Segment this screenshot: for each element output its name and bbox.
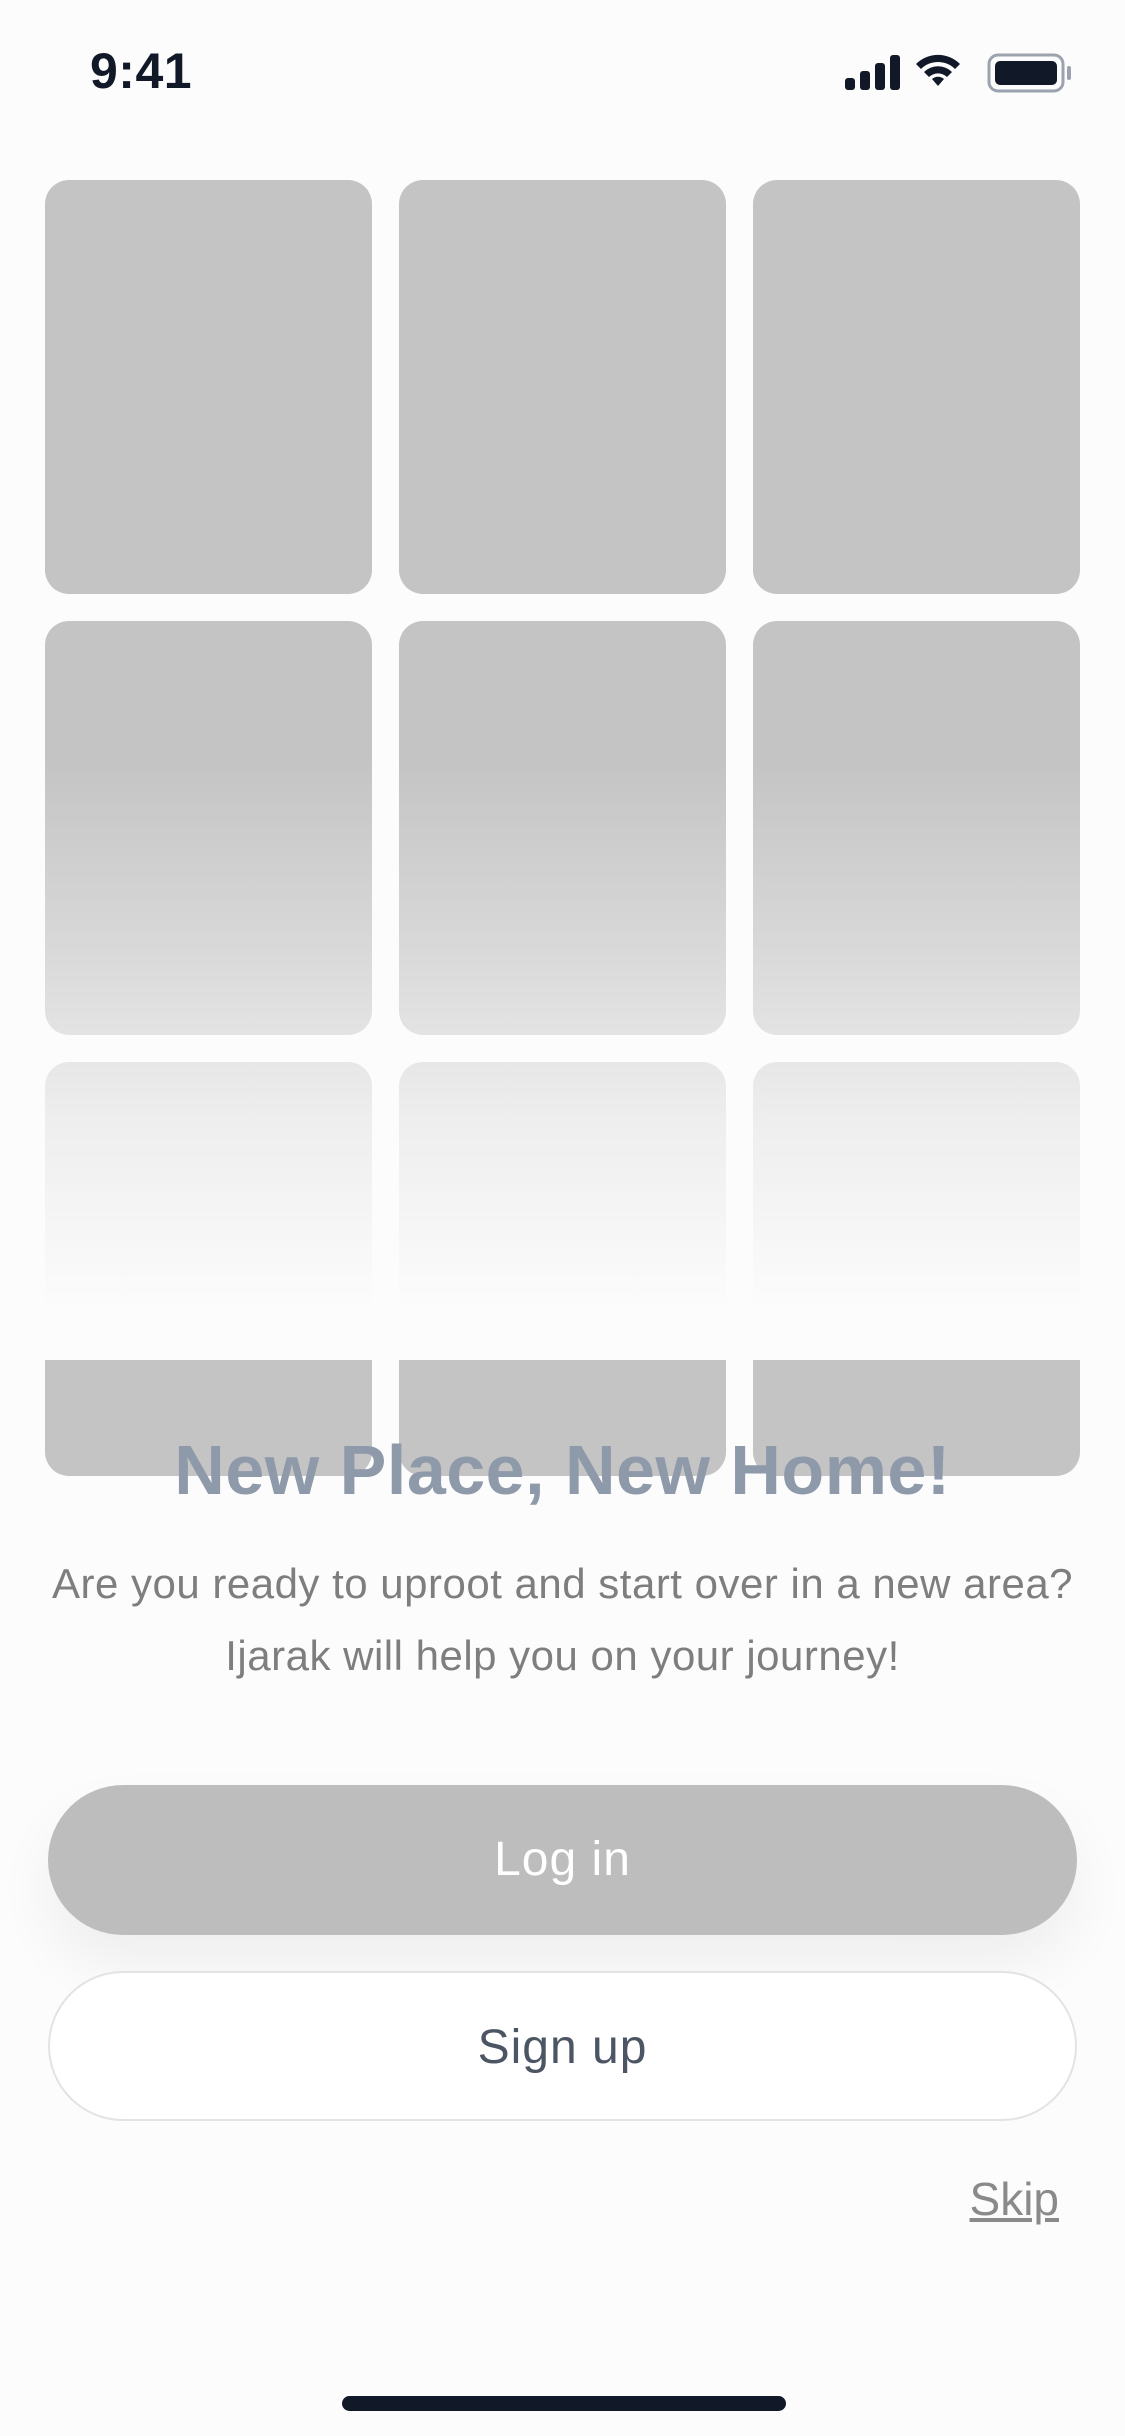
photo-placeholder xyxy=(45,180,372,594)
wifi-icon xyxy=(916,54,960,86)
photo-placeholder xyxy=(753,1062,1080,1476)
home-indicator[interactable] xyxy=(342,2396,786,2411)
battery-icon xyxy=(987,53,1071,93)
photo-placeholder xyxy=(753,180,1080,594)
status-icons xyxy=(845,52,1075,98)
skip-link[interactable]: Skip xyxy=(970,2172,1059,2226)
status-bar: 9:41 xyxy=(0,0,1125,140)
signup-button[interactable]: Sign up xyxy=(48,1971,1077,2121)
photo-placeholder xyxy=(399,621,726,1035)
photo-placeholder xyxy=(399,180,726,594)
onboarding-title: New Place, New Home! xyxy=(174,1431,951,1509)
photo-placeholder xyxy=(45,1062,372,1476)
status-time: 9:41 xyxy=(90,43,193,99)
photo-placeholder xyxy=(45,621,372,1035)
onboarding-description: Are you ready to uproot and start over i… xyxy=(51,1560,1074,1679)
login-button[interactable]: Log in xyxy=(48,1785,1077,1935)
cellular-signal-icon xyxy=(845,55,900,90)
photo-placeholder xyxy=(753,621,1080,1035)
photo-placeholder xyxy=(399,1062,726,1476)
